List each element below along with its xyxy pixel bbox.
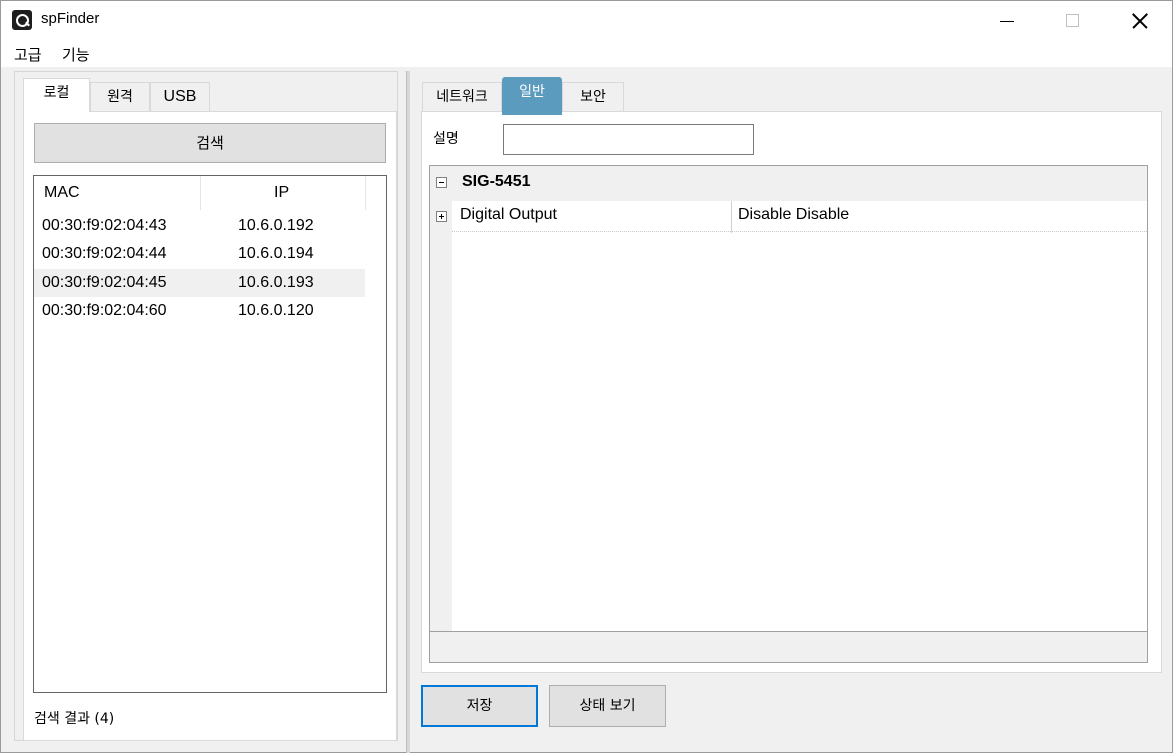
tab-security[interactable]: 보안: [562, 82, 624, 112]
status-view-button[interactable]: 상태 보기: [549, 685, 666, 727]
property-name: Digital Output: [460, 206, 557, 223]
tab-local[interactable]: 로컬: [23, 78, 90, 112]
list-item-selected[interactable]: 00:30:f9:02:04:45 10.6.0.193: [34, 269, 365, 297]
general-tab-page: 설명 SIG-5451 Digital Output Disable Disab…: [421, 111, 1162, 673]
app-window: spFinder 고급 기능 로컬 원격 USB 검색 MAC IP 00:30…: [0, 0, 1173, 753]
mac-cell: 00:30:f9:02:04:44: [42, 245, 167, 262]
column-divider[interactable]: [200, 176, 201, 210]
mac-cell: 00:30:f9:02:04:60: [42, 302, 167, 319]
mac-cell: 00:30:f9:02:04:45: [42, 274, 167, 291]
search-result-count: 검색 결과 (4): [34, 711, 115, 727]
description-input[interactable]: [503, 124, 754, 155]
column-header-mac[interactable]: MAC: [44, 184, 80, 202]
local-tab-page: 검색 MAC IP 00:30:f9:02:04:43 10.6.0.192 0…: [23, 111, 397, 741]
collapse-icon[interactable]: [436, 177, 447, 188]
ip-cell: 10.6.0.193: [238, 274, 314, 291]
property-help-pane: [430, 631, 1147, 662]
minimize-icon[interactable]: [983, 1, 1029, 39]
tab-usb[interactable]: USB: [150, 82, 210, 112]
window-title: spFinder: [41, 10, 100, 27]
list-item[interactable]: 00:30:f9:02:04:60 10.6.0.120: [34, 297, 365, 325]
property-value[interactable]: Disable Disable: [738, 206, 849, 224]
property-row[interactable]: Digital Output Disable Disable: [452, 200, 1147, 233]
category-label: SIG-5451: [462, 173, 531, 190]
column-header-ip[interactable]: IP: [274, 184, 289, 202]
tab-general[interactable]: 일반: [502, 77, 562, 115]
search-button[interactable]: 검색: [34, 123, 386, 163]
close-icon[interactable]: [1117, 1, 1163, 39]
menu-bar: 고급 기능: [1, 39, 1172, 67]
tab-network[interactable]: 네트워크: [422, 82, 502, 112]
property-grid[interactable]: SIG-5451 Digital Output Disable Disable: [429, 165, 1148, 663]
mac-cell: 00:30:f9:02:04:43: [42, 217, 167, 234]
tab-remote[interactable]: 원격: [90, 82, 150, 112]
title-bar: spFinder: [1, 1, 1172, 39]
device-list-header: MAC IP: [34, 176, 386, 210]
expand-icon[interactable]: [436, 211, 447, 222]
maximize-icon[interactable]: [1049, 1, 1095, 39]
app-search-icon: [12, 10, 32, 30]
save-button[interactable]: 저장: [421, 685, 538, 727]
device-list[interactable]: MAC IP 00:30:f9:02:04:43 10.6.0.192 00:3…: [33, 175, 387, 693]
value-divider[interactable]: [731, 201, 732, 233]
ip-cell: 10.6.0.192: [238, 217, 314, 234]
property-category[interactable]: SIG-5451: [430, 166, 1147, 200]
panel-splitter[interactable]: [406, 71, 410, 753]
property-grid-gutter: [430, 166, 452, 662]
list-item[interactable]: 00:30:f9:02:04:44 10.6.0.194: [34, 240, 365, 268]
menu-advanced[interactable]: 고급: [14, 44, 42, 65]
column-divider[interactable]: [365, 176, 366, 210]
menu-function[interactable]: 기능: [62, 44, 90, 65]
list-item[interactable]: 00:30:f9:02:04:43 10.6.0.192: [34, 212, 365, 240]
ip-cell: 10.6.0.194: [238, 245, 314, 262]
description-label: 설명: [433, 131, 459, 147]
ip-cell: 10.6.0.120: [238, 302, 314, 319]
